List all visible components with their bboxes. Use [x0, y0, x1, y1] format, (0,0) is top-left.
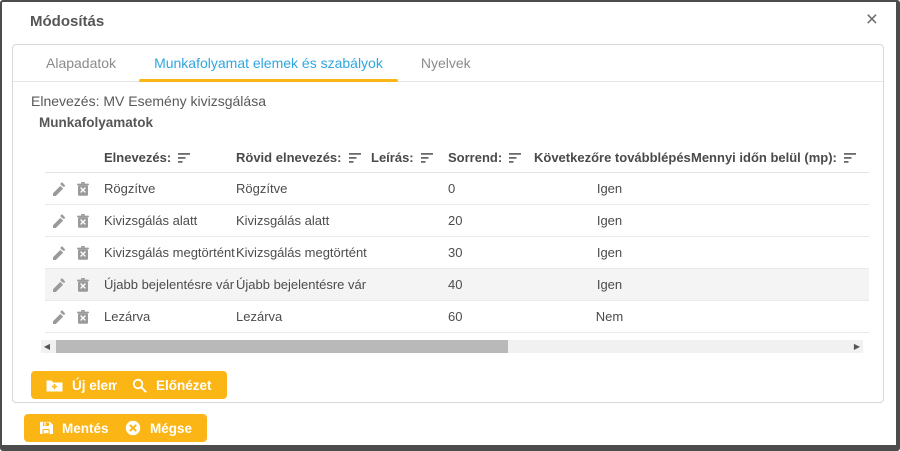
cell-rovid: Kivizsgálás alatt [236, 213, 371, 228]
header-leiras[interactable]: Leírás: [371, 150, 448, 165]
modal-title: Módosítás [30, 13, 104, 30]
cell-sorrend: 30 [448, 245, 534, 260]
cell-rovid: Kivizsgálás megtörtént [236, 245, 371, 260]
modal-modositas: Módosítás × Alapadatok Munkafolyamat ele… [0, 0, 900, 451]
cell-kovetkezore: Igen [534, 181, 691, 196]
table-row[interactable]: Rögzítve Rögzítve 0 Igen [45, 173, 869, 205]
close-icon[interactable]: × [866, 8, 878, 32]
cell-rovid: Újabb bejelentésre vár [236, 277, 371, 292]
save-button[interactable]: Mentés [24, 414, 124, 442]
table-row[interactable]: Kivizsgálás megtörtént Kivizsgálás megtö… [45, 237, 869, 269]
table-row[interactable]: Kivizsgálás alatt Kivizsgálás alatt 20 I… [45, 205, 869, 237]
cell-elnevezes: Újabb bejelentésre vár [104, 277, 236, 292]
table-row[interactable]: Lezárva Lezárva 60 Nem [45, 301, 869, 333]
cell-elnevezes: Kivizsgálás alatt [104, 213, 236, 228]
row-actions [45, 246, 104, 260]
row-actions [45, 214, 104, 228]
header-elnevezes[interactable]: Elnevezés: [104, 150, 236, 165]
preview-button[interactable]: Előnézet [117, 371, 227, 399]
sort-icon[interactable] [509, 153, 521, 163]
cell-elnevezes: Kivizsgálás megtörtént [104, 245, 236, 260]
header-sorrend[interactable]: Sorrend: [448, 150, 534, 165]
tab-alapadatok[interactable]: Alapadatok [27, 45, 135, 81]
cell-kovetkezore: Igen [534, 277, 691, 292]
row-actions [45, 182, 104, 196]
sort-icon[interactable] [421, 153, 433, 163]
tab-nyelvek[interactable]: Nyelvek [402, 45, 490, 81]
sort-icon[interactable] [178, 153, 190, 163]
record-name: Elnevezés: MV Esemény kivizsgálása [31, 93, 266, 109]
section-title: Munkafolyamatok [39, 115, 153, 130]
row-actions [45, 278, 104, 292]
tab-bar: Alapadatok Munkafolyamat elemek és szabá… [13, 45, 883, 82]
tab-panel: Alapadatok Munkafolyamat elemek és szabá… [12, 44, 884, 403]
row-actions [45, 310, 104, 324]
folder-plus-icon [46, 379, 63, 392]
edit-icon[interactable] [53, 278, 66, 292]
cell-sorrend: 20 [448, 213, 534, 228]
delete-icon[interactable] [76, 214, 90, 228]
cell-elnevezes: Rögzítve [104, 181, 236, 196]
scroll-left-icon[interactable]: ◀ [41, 340, 53, 353]
header-mennyi-idon[interactable]: Mennyi időn belül (mp): [691, 150, 869, 165]
edit-icon[interactable] [53, 310, 66, 324]
search-icon [132, 378, 147, 393]
scroll-right-icon[interactable]: ▶ [851, 340, 863, 353]
table-header-row: Elnevezés: Rövid elnevezés: Leírás: Sorr… [45, 143, 869, 173]
delete-icon[interactable] [76, 278, 90, 292]
edit-icon[interactable] [53, 246, 66, 260]
sort-icon[interactable] [349, 153, 361, 163]
workflow-table: Elnevezés: Rövid elnevezés: Leírás: Sorr… [45, 143, 869, 333]
delete-icon[interactable] [76, 310, 90, 324]
horizontal-scrollbar[interactable]: ◀ ▶ [41, 340, 863, 353]
cell-elnevezes: Lezárva [104, 309, 236, 324]
cancel-circle-icon [125, 420, 141, 436]
cell-kovetkezore: Igen [534, 213, 691, 228]
sort-icon[interactable] [844, 153, 856, 163]
save-icon [39, 421, 53, 435]
edit-icon[interactable] [53, 214, 66, 228]
cell-kovetkezore: Igen [534, 245, 691, 260]
cell-sorrend: 60 [448, 309, 534, 324]
header-rovid-elnevezes[interactable]: Rövid elnevezés: [236, 150, 371, 165]
delete-icon[interactable] [76, 246, 90, 260]
header-kovetkezore[interactable]: Következőre továbblépés [534, 150, 691, 165]
cancel-button[interactable]: Mégse [110, 414, 207, 442]
cell-sorrend: 40 [448, 277, 534, 292]
cell-rovid: Lezárva [236, 309, 371, 324]
table-row[interactable]: Újabb bejelentésre vár Újabb bejelentésr… [45, 269, 869, 301]
cell-rovid: Rögzítve [236, 181, 371, 196]
tab-munkafolyamat[interactable]: Munkafolyamat elemek és szabályok [135, 45, 402, 81]
scrollbar-thumb[interactable] [56, 340, 508, 353]
cell-sorrend: 0 [448, 181, 534, 196]
delete-icon[interactable] [76, 182, 90, 196]
cell-kovetkezore: Nem [534, 309, 691, 324]
edit-icon[interactable] [53, 182, 66, 196]
